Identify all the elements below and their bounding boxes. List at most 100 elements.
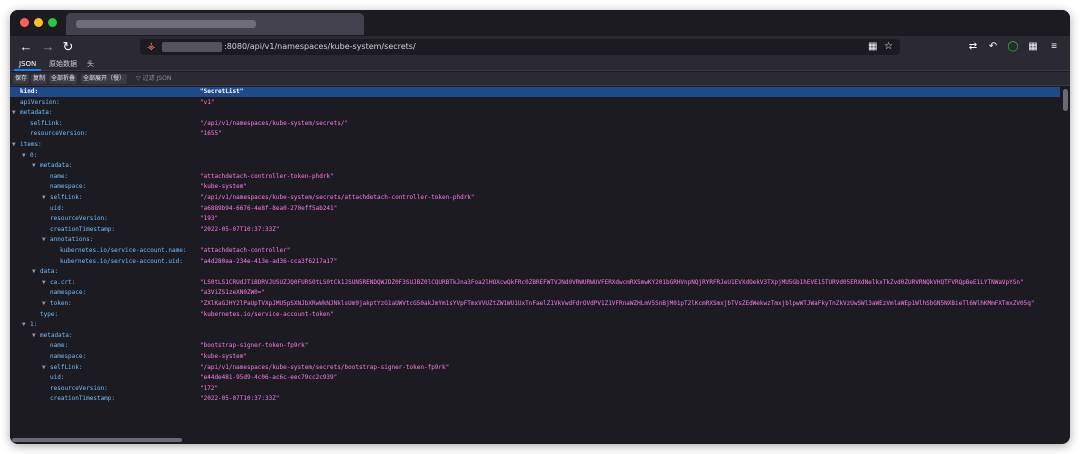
json-row[interactable]: creationTimestamp: "2022-05-07T10:37:33Z" <box>10 225 1060 235</box>
tab-headers[interactable]: 头 <box>82 58 99 71</box>
json-key: namespace: <box>50 183 87 191</box>
json-key: token: <box>50 300 72 307</box>
expand-toggle-icon[interactable]: ▼ <box>42 235 46 245</box>
json-row[interactable]: ▼ metadata: <box>10 161 1060 171</box>
url-host-redacted <box>162 42 222 52</box>
json-row[interactable]: namespace: "kube-system" <box>10 182 1060 192</box>
lock-icon[interactable]: ⚶ <box>147 40 157 54</box>
json-value: "172" <box>200 384 219 392</box>
expand-all-button[interactable]: 全部展开（慢） <box>81 74 128 84</box>
json-row[interactable]: uid: "e44de481-95d9-4c06-ac6c-eec79cc2c93… <box>10 373 1060 383</box>
expand-toggle-icon[interactable]: ▼ <box>22 151 26 161</box>
menu-icon[interactable]: ≡ <box>1046 39 1062 55</box>
json-row[interactable]: resourceVersion: "1655" <box>10 129 1060 139</box>
json-value: "a3ViZS1zeXN0ZW0=" <box>200 289 266 297</box>
json-row[interactable]: ▼ data: <box>10 267 1060 277</box>
tab-json[interactable]: JSON <box>14 58 42 71</box>
json-key: creationTimestamp: <box>50 395 116 403</box>
json-row[interactable]: resourceVersion: "172" <box>10 384 1060 394</box>
back-icon[interactable]: ← <box>18 39 34 55</box>
forward-icon[interactable]: → <box>40 39 56 55</box>
expand-toggle-icon[interactable]: ▼ <box>42 299 46 309</box>
expand-toggle-icon[interactable]: ▼ <box>42 278 46 288</box>
horizontal-scroll-thumb[interactable] <box>12 438 182 442</box>
json-value: "2022-05-07T10:37:33Z" <box>200 225 280 233</box>
json-row[interactable]: kind: "SecretList" <box>10 87 1060 97</box>
url-text[interactable]: :8080/api/v1/namespaces/kube-system/secr… <box>224 40 416 54</box>
json-row[interactable]: ▼ selfLink: "/api/v1/namespaces/kube-syste… <box>10 193 1060 203</box>
json-row[interactable]: ▼ ca.crt: "LS0tLS1CRUdJTiBDRVJUSUZJQ0FURS0… <box>10 278 1060 288</box>
circle-extension-icon[interactable]: ◯ <box>1005 39 1021 55</box>
url-bar[interactable]: ⚶ :8080/api/v1/namespaces/kube-system/se… <box>140 39 900 55</box>
json-key: 0: <box>30 151 38 159</box>
json-key: uid: <box>50 204 65 212</box>
filter-json-input[interactable]: ▽ 过滤 JSON <box>136 74 171 84</box>
json-key: type: <box>40 310 59 318</box>
json-value: "kube-system" <box>200 183 247 191</box>
json-row[interactable]: resourceVersion: "193" <box>10 214 1060 224</box>
json-row[interactable]: ▼ metadata: <box>10 108 1060 118</box>
extension-icon[interactable]: ⇄ <box>965 39 981 55</box>
title-bar <box>10 10 1070 36</box>
json-key: resourceVersion: <box>30 130 88 138</box>
reload-icon[interactable]: ↻ <box>60 39 76 55</box>
bookmark-star-icon[interactable]: ☆ <box>884 39 893 55</box>
expand-toggle-icon[interactable]: ▼ <box>42 193 46 203</box>
expand-toggle-icon[interactable]: ▼ <box>42 363 46 373</box>
json-toolbar: 保存 复制 全部折叠 全部展开（慢） ▽ 过滤 JSON <box>10 72 1070 86</box>
save-button[interactable]: 保存 <box>13 74 30 84</box>
json-row[interactable]: name: "attachdetach-controller-token-phdr… <box>10 172 1060 182</box>
json-row[interactable]: namespace: "kube-system" <box>10 352 1060 362</box>
json-row[interactable]: name: "bootstrap-signer-token-fp9rk" <box>10 341 1060 351</box>
json-value: "LS0tLS1CRUdJTiBDRVJUSUZJQ0FURS0tLS0tCk1… <box>200 278 1024 286</box>
json-key: annotations: <box>50 236 94 244</box>
close-window-button[interactable] <box>20 18 29 27</box>
json-row[interactable]: type: "kubernetes.io/service-account-toke… <box>10 310 1060 320</box>
json-value: "/api/v1/namespaces/kube-system/secrets/… <box>200 194 475 201</box>
vertical-scrollbar[interactable] <box>1063 87 1068 435</box>
json-key: data: <box>40 268 59 276</box>
grid-extension-icon[interactable]: ▦ <box>1025 39 1041 55</box>
json-row[interactable]: kubernetes.io/service-account.name: "atta… <box>10 246 1060 256</box>
copy-button[interactable]: 复制 <box>31 74 48 84</box>
horizontal-scrollbar[interactable] <box>10 435 1060 444</box>
json-row[interactable]: uid: "a6889b94-6676-4e8f-8ea0-270eff5ab24… <box>10 204 1060 214</box>
json-value: "/api/v1/namespaces/kube-system/secrets/… <box>200 363 450 371</box>
expand-toggle-icon[interactable]: ▼ <box>32 161 36 171</box>
json-row[interactable]: apiVersion: "v1" <box>10 98 1060 108</box>
json-row[interactable]: ▼ selfLink: "/api/v1/namespaces/kube-syste… <box>10 363 1060 373</box>
qr-code-icon[interactable]: ▦ <box>868 39 877 55</box>
json-key: items: <box>20 141 42 148</box>
expand-toggle-icon[interactable]: ▼ <box>12 108 16 118</box>
json-value: "v1" <box>200 98 215 106</box>
json-key: selfLink: <box>50 363 83 371</box>
expand-toggle-icon[interactable]: ▼ <box>32 331 36 341</box>
zoom-window-button[interactable] <box>48 18 57 27</box>
json-row[interactable]: ▼ token: "ZXlKaGJHY2lPaUpTVXpJMU5pSXNJbXRw… <box>10 299 1060 309</box>
json-key: namespace: <box>50 353 87 360</box>
json-row[interactable]: namespace: "a3ViZS1zeXN0ZW0=" <box>10 288 1060 298</box>
json-viewer-tabs: JSON 原始数据 头 <box>10 58 1070 71</box>
tab-title-redacted <box>76 20 256 28</box>
json-row[interactable]: ▼ annotations: <box>10 235 1060 245</box>
expand-toggle-icon[interactable]: ▼ <box>12 140 16 150</box>
tab-raw-data[interactable]: 原始数据 <box>44 58 82 71</box>
vertical-scroll-thumb[interactable] <box>1063 89 1068 111</box>
json-row[interactable]: ▼ items: <box>10 140 1060 150</box>
json-row[interactable]: ▼ metadata: <box>10 331 1060 341</box>
browser-tab[interactable] <box>66 13 364 35</box>
json-key: metadata: <box>20 109 53 117</box>
json-row[interactable]: creationTimestamp: "2022-05-07T10:37:33Z" <box>10 394 1060 404</box>
expand-toggle-icon[interactable]: ▼ <box>22 320 26 330</box>
undo-icon[interactable]: ↶ <box>985 39 1001 55</box>
json-row[interactable]: ▼ 1: <box>10 320 1060 330</box>
json-key: resourceVersion: <box>50 215 108 223</box>
json-row[interactable]: kubernetes.io/service-account.uid: "a4d28… <box>10 257 1060 267</box>
expand-toggle-icon[interactable]: ▼ <box>32 267 36 277</box>
minimize-window-button[interactable] <box>34 18 43 27</box>
json-row[interactable]: selfLink: "/api/v1/namespaces/kube-system… <box>10 119 1060 129</box>
navigation-bar: ← → ↻ ⚶ :8080/api/v1/namespaces/kube-sys… <box>10 36 1070 58</box>
collapse-all-button[interactable]: 全部折叠 <box>49 74 78 84</box>
json-key: namespace: <box>50 289 87 297</box>
json-row[interactable]: ▼ 0: <box>10 151 1060 161</box>
